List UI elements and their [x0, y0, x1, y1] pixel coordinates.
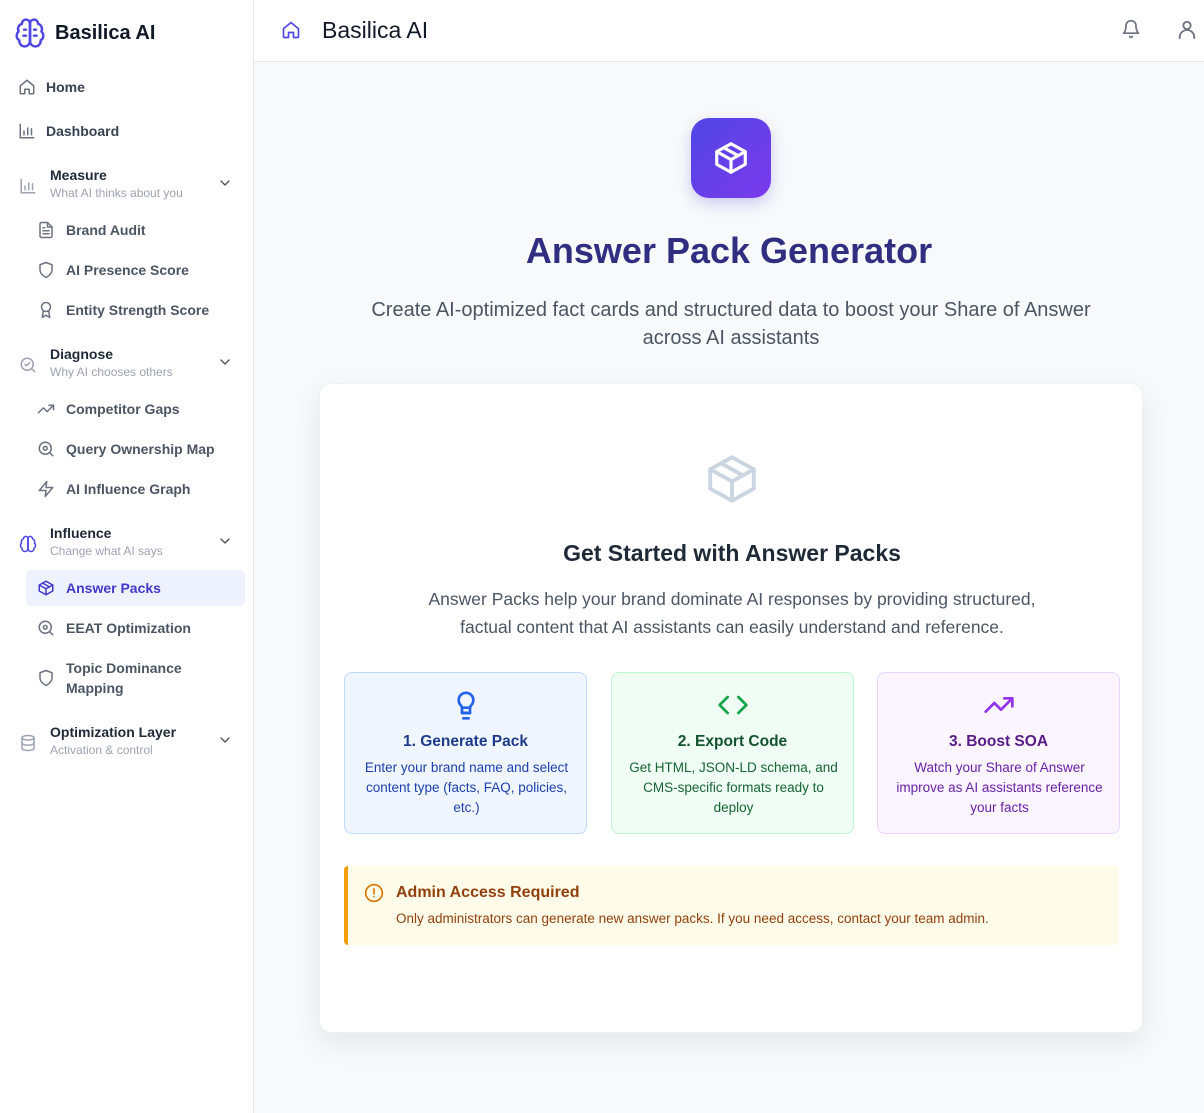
trending-up-icon	[37, 400, 55, 418]
lightbulb-icon	[450, 689, 482, 721]
brand-logo[interactable]: Basilica AI	[14, 16, 155, 50]
sidebar-item-topic-dominance-mapping[interactable]: Topic Dominance Mapping	[0, 658, 254, 698]
group-title: Influence	[50, 525, 112, 541]
sidebar-item-dashboard[interactable]: Dashboard	[0, 121, 254, 141]
trending-up-icon	[983, 689, 1015, 721]
group-subtitle: Activation & control	[50, 743, 153, 757]
chevron-down-icon[interactable]	[217, 354, 233, 370]
sidebar-item-competitor-gaps[interactable]: Competitor Gaps	[0, 399, 254, 419]
chevron-down-icon[interactable]	[217, 533, 233, 549]
step-export-code: 2. Export Code Get HTML, JSON-LD schema,…	[611, 672, 854, 834]
sidebar-item-label: Query Ownership Map	[66, 441, 215, 457]
sidebar-group-influence[interactable]: Influence Change what AI says	[0, 525, 254, 559]
database-icon	[19, 734, 37, 752]
admin-access-alert: Admin Access Required Only administrator…	[344, 866, 1119, 945]
alert-text: Only administrators can generate new ans…	[396, 911, 989, 926]
group-subtitle: Why AI chooses others	[50, 365, 173, 379]
sidebar-item-entity-strength-score[interactable]: Entity Strength Score	[0, 300, 254, 320]
step-title: 3. Boost SOA	[948, 733, 1049, 750]
sidebar-item-query-ownership-map[interactable]: Query Ownership Map	[0, 439, 254, 459]
sidebar-group-optimization-layer[interactable]: Optimization Layer Activation & control	[0, 724, 254, 758]
chevron-down-icon[interactable]	[217, 732, 233, 748]
sidebar-item-label: Competitor Gaps	[66, 401, 180, 417]
search-icon	[37, 440, 55, 458]
bar-chart-icon	[19, 177, 37, 195]
chevron-down-icon[interactable]	[217, 175, 233, 191]
get-started-card: Get Started with Answer Packs Answer Pac…	[319, 383, 1143, 1033]
package-icon	[703, 448, 761, 510]
step-generate-pack: 1. Generate Pack Enter your brand name a…	[344, 672, 587, 834]
user-icon[interactable]	[1176, 19, 1198, 41]
group-title: Diagnose	[50, 346, 114, 362]
group-title: Optimization Layer	[50, 724, 177, 740]
sidebar-item-eeat-optimization[interactable]: EEAT Optimization	[0, 618, 254, 638]
zap-icon	[37, 480, 55, 498]
package-icon	[37, 579, 55, 597]
home-icon	[18, 78, 36, 96]
sidebar-item-label: Entity Strength Score	[66, 302, 210, 318]
step-description: Get HTML, JSON-LD schema, and CMS-specif…	[629, 760, 838, 815]
sidebar-item-label: Answer Packs	[66, 580, 161, 596]
sidebar-item-label: Brand Audit	[66, 222, 146, 238]
sidebar-group-measure[interactable]: Measure What AI thinks about you	[0, 167, 254, 201]
search-check-icon	[19, 356, 37, 374]
home-icon[interactable]	[281, 20, 301, 40]
page-subtitle: Create AI-optimized fact cards and struc…	[371, 299, 1091, 349]
card-title: Get Started with Answer Packs	[563, 540, 901, 566]
package-icon	[691, 118, 771, 198]
sidebar: Basilica AI Home Dashboard Measure What …	[0, 0, 254, 1113]
brand-name: Basilica AI	[55, 21, 156, 44]
shield-icon	[37, 261, 55, 279]
step-title: 1. Generate Pack	[403, 733, 528, 750]
group-title: Measure	[50, 167, 107, 183]
sidebar-item-label: Dashboard	[46, 123, 120, 139]
step-title: 2. Export Code	[677, 733, 788, 750]
file-text-icon	[37, 221, 55, 239]
step-boost-soa: 3. Boost SOA Watch your Share of Answer …	[877, 672, 1120, 834]
page-title: Answer Pack Generator	[525, 230, 933, 271]
search-icon	[37, 619, 55, 637]
step-description: Watch your Share of Answer improve as AI…	[896, 760, 1103, 815]
alert-title: Admin Access Required	[396, 884, 580, 901]
sidebar-item-label: AI Presence Score	[66, 262, 189, 278]
award-icon	[37, 301, 55, 319]
sidebar-item-ai-influence-graph[interactable]: AI Influence Graph	[0, 479, 254, 499]
sidebar-item-answer-packs[interactable]: Answer Packs	[26, 570, 245, 606]
sidebar-item-label: EEAT Optimization	[66, 620, 191, 636]
brain-icon	[15, 18, 45, 48]
code-icon	[717, 689, 749, 721]
alert-circle-icon	[364, 883, 384, 903]
step-description: Enter your brand name and select content…	[364, 760, 569, 815]
group-subtitle: Change what AI says	[50, 544, 163, 558]
brain-icon	[19, 535, 37, 553]
sidebar-item-brand-audit[interactable]: Brand Audit	[0, 220, 254, 240]
sidebar-item-label: AI Influence Graph	[66, 481, 191, 497]
shield-icon	[37, 669, 55, 687]
sidebar-item-home[interactable]: Home	[0, 77, 254, 97]
bar-chart-icon	[18, 122, 36, 140]
header-title: Basilica AI	[322, 17, 429, 43]
sidebar-item-ai-presence-score[interactable]: AI Presence Score	[0, 260, 254, 280]
sidebar-group-diagnose[interactable]: Diagnose Why AI chooses others	[0, 346, 254, 380]
card-description: Answer Packs help your brand dominate AI…	[428, 589, 1036, 637]
top-header: Basilica AI	[254, 0, 1204, 62]
sidebar-item-label: Home	[46, 79, 85, 95]
bell-icon[interactable]	[1121, 19, 1141, 39]
sidebar-item-label: Topic Dominance Mapping	[66, 660, 182, 696]
group-subtitle: What AI thinks about you	[50, 186, 183, 200]
